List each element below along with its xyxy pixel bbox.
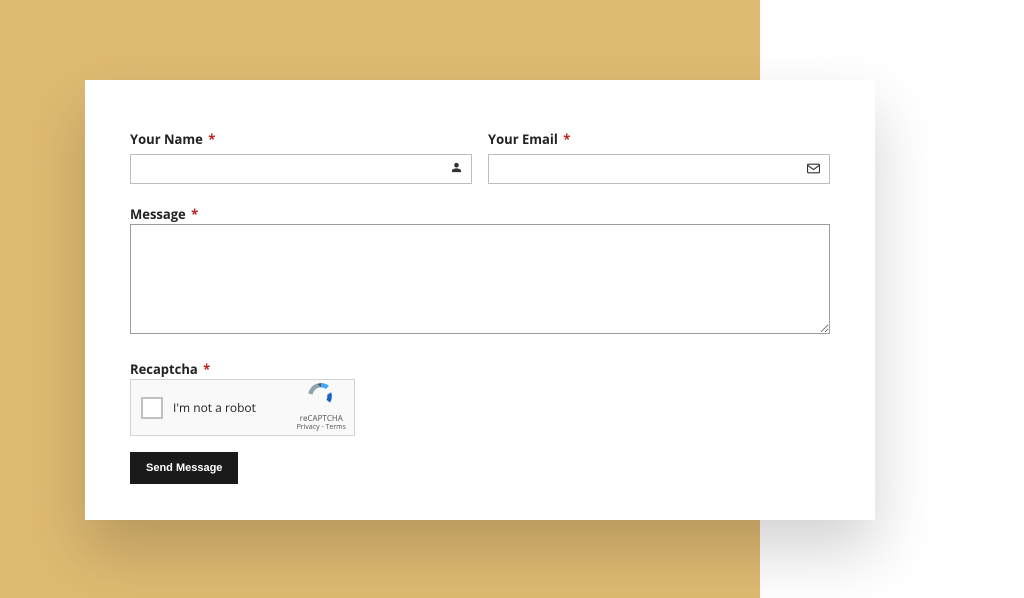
recaptcha-label: Recaptcha * [130, 360, 210, 378]
recaptcha-logo-icon [308, 383, 334, 412]
recaptcha-field: Recaptcha * I'm not a robot reCAPTCHA Pr… [130, 357, 830, 436]
name-field: Your Name * [130, 130, 472, 184]
email-input[interactable] [488, 154, 830, 184]
send-message-button[interactable]: Send Message [130, 452, 238, 484]
name-label-text: Your Name [130, 130, 203, 148]
message-label-text: Message [130, 205, 186, 223]
recaptcha-checkbox-label: I'm not a robot [173, 399, 297, 416]
name-input[interactable] [130, 154, 472, 184]
email-label: Your Email * [488, 130, 830, 148]
contact-form-card: Your Name * Your Email * [85, 80, 875, 520]
name-input-wrap [130, 154, 472, 184]
email-label-text: Your Email [488, 130, 558, 148]
user-icon [451, 161, 462, 178]
recaptcha-brand: reCAPTCHA Privacy - Terms [297, 383, 346, 432]
recaptcha-widget: I'm not a robot reCAPTCHA Privacy - Term… [130, 379, 355, 436]
name-label: Your Name * [130, 130, 472, 148]
recaptcha-label-text: Recaptcha [130, 360, 198, 378]
name-required-marker: * [208, 130, 215, 148]
email-required-marker: * [563, 130, 570, 148]
message-textarea[interactable] [130, 224, 830, 334]
envelope-icon [807, 161, 820, 178]
message-field: Message * [130, 202, 830, 339]
message-label: Message * [130, 205, 198, 223]
message-required-marker: * [191, 205, 198, 223]
email-input-wrap [488, 154, 830, 184]
email-field: Your Email * [488, 130, 830, 184]
recaptcha-required-marker: * [203, 360, 210, 378]
name-email-row: Your Name * Your Email * [130, 130, 830, 184]
recaptcha-brand-links[interactable]: Privacy - Terms [297, 424, 346, 432]
recaptcha-checkbox[interactable] [141, 397, 163, 419]
